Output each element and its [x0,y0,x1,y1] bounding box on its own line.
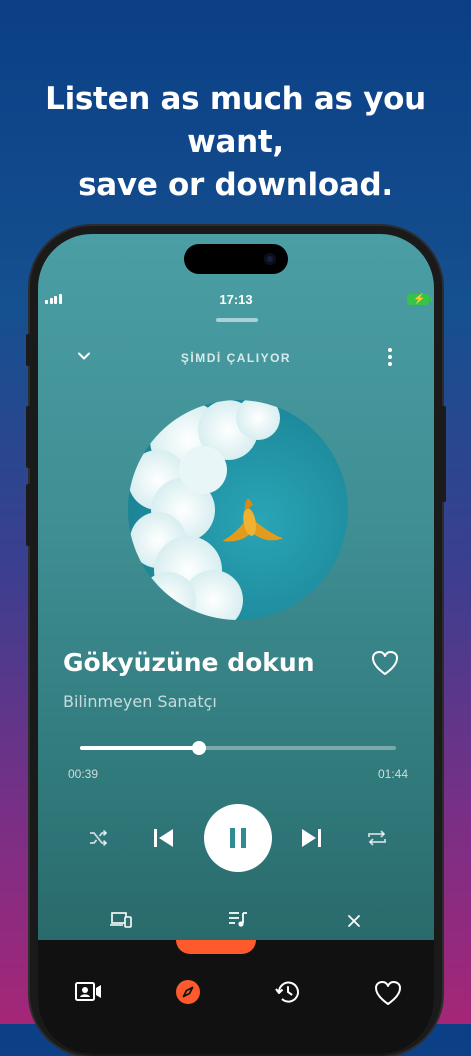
sheet-grabber[interactable] [216,318,258,322]
now-playing-title: ŞİMDİ ÇALIYOR [180,351,292,365]
progress-fill [80,746,199,750]
headline: Listen as much as you want, save or down… [0,78,471,207]
devices-icon[interactable] [110,911,132,929]
compass-icon[interactable] [174,978,202,1006]
headline-line-2: save or download. [78,167,393,203]
more-vertical-icon[interactable] [382,346,398,368]
phone-screen: 17:13 ⚡ ŞİMDİ ÇALIYOR Gökyüzüne dokun Bi… [38,234,434,1054]
status-time: 17:13 [219,292,253,307]
heart-icon[interactable] [374,980,402,1006]
phone-side-button [26,484,31,546]
heart-outline-icon[interactable] [371,650,399,676]
play-pause-button[interactable] [204,804,272,872]
camera-icon [264,253,276,265]
close-icon[interactable] [346,913,362,929]
elapsed-time: 00:39 [68,767,99,781]
headline-line-1: Listen as much as you want, [45,81,426,160]
phone-side-button [26,334,31,366]
skip-previous-icon[interactable] [151,826,175,850]
dynamic-island [184,244,288,274]
pause-icon [230,828,246,848]
total-time: 01:44 [377,767,408,781]
album-art [128,400,348,620]
progress-slider[interactable] [80,741,396,755]
shuffle-icon[interactable] [88,828,108,848]
repeat-icon[interactable] [366,828,388,848]
active-tab-indicator [176,940,256,954]
phone-side-button [441,406,446,502]
song-title: Gökyüzüne dokun [63,648,315,677]
phone-side-button [26,406,31,468]
queue-music-icon[interactable] [227,910,249,928]
skip-next-icon[interactable] [300,826,324,850]
video-contact-icon[interactable] [74,980,102,1004]
history-icon[interactable] [274,978,302,1006]
battery-charging-icon: ⚡ [407,294,432,305]
artist-name: Bilinmeyen Sanatçı [63,692,217,711]
progress-thumb[interactable] [191,741,206,755]
bottom-navigation [38,940,434,1054]
